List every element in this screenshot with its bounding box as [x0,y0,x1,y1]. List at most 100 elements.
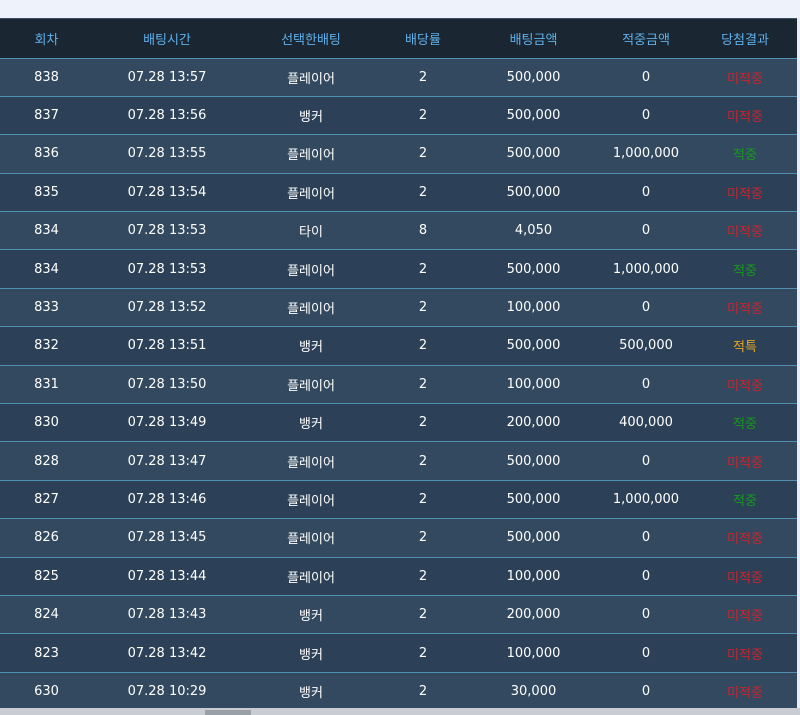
cell-bet-time: 07.28 13:54 [93,172,241,212]
cell-round: 823 [0,633,93,673]
cell-round: 826 [0,518,93,558]
cell-win-amount: 0 [602,95,690,135]
scrollbar-thumb[interactable] [205,710,251,715]
cell-win-amount: 0 [602,211,690,250]
column-header-selected-bet: 선택한배팅 [281,32,341,48]
cell-win-amount: 0 [602,518,690,558]
column-header-win-amount: 적중금액 [622,32,670,48]
table-row: 630 07.28 10:29 뱅커 2 30,000 0 미적중 [0,671,800,711]
cell-result: 적중 [690,134,800,174]
cell-round: 833 [0,287,93,327]
cell-result: 미적중 [690,441,800,481]
cell-win-amount: 0 [602,441,690,481]
cell-result: 미적중 [690,287,800,327]
cell-odds: 2 [381,441,465,481]
cell-win-amount: 0 [602,287,690,327]
cell-win-amount: 1,000,000 [602,134,690,174]
cell-odds: 2 [381,57,465,97]
table-row: 837 07.28 13:56 뱅커 2 500,000 0 미적중 [0,95,800,135]
cell-bet-amount: 500,000 [465,95,602,135]
table-header-row: 회차 배팅시간 선택한배팅 배당률 배팅금액 적중금액 당첨결과 [0,19,800,58]
cell-selected-bet: 플레이어 [241,479,381,519]
cell-selected-bet: 뱅커 [241,633,381,673]
column-header-odds: 배당률 [405,32,441,48]
cell-bet-amount: 500,000 [465,249,602,289]
cell-round: 837 [0,95,93,135]
cell-round: 835 [0,172,93,212]
cell-win-amount: 500,000 [602,326,690,366]
cell-bet-time: 07.28 13:53 [93,211,241,250]
cell-odds: 2 [381,249,465,289]
cell-bet-time: 07.28 13:47 [93,441,241,481]
column-header-bet-time: 배팅시간 [143,32,191,48]
cell-result: 적중 [690,403,800,442]
cell-bet-time: 07.28 13:44 [93,556,241,596]
cell-selected-bet: 플레이어 [241,556,381,596]
cell-selected-bet: 타이 [241,211,381,250]
cell-selected-bet: 플레이어 [241,441,381,481]
cell-selected-bet: 플레이어 [241,57,381,97]
cell-bet-amount: 500,000 [465,172,602,212]
table-row: 833 07.28 13:52 플레이어 2 100,000 0 미적중 [0,287,800,327]
cell-bet-amount: 500,000 [465,441,602,481]
cell-round: 838 [0,57,93,97]
cell-bet-time: 07.28 13:43 [93,594,241,634]
cell-result: 미적중 [690,95,800,135]
cell-result: 미적중 [690,671,800,711]
cell-bet-amount: 200,000 [465,594,602,634]
cell-win-amount: 0 [602,172,690,212]
cell-selected-bet: 뱅커 [241,326,381,366]
horizontal-scrollbar[interactable] [0,708,800,715]
cell-result: 미적중 [690,594,800,634]
cell-win-amount: 0 [602,594,690,634]
cell-bet-amount: 100,000 [465,364,602,404]
table-row: 832 07.28 13:51 뱅커 2 500,000 500,000 적특 [0,326,800,366]
cell-round: 824 [0,594,93,634]
cell-bet-amount: 500,000 [465,518,602,558]
cell-round: 834 [0,211,93,250]
cell-round: 831 [0,364,93,404]
cell-bet-time: 07.28 13:55 [93,134,241,174]
cell-odds: 2 [381,479,465,519]
cell-bet-amount: 100,000 [465,556,602,596]
table-row: 826 07.28 13:45 플레이어 2 500,000 0 미적중 [0,518,800,558]
cell-bet-time: 07.28 13:46 [93,479,241,519]
cell-odds: 8 [381,211,465,250]
table-row: 835 07.28 13:54 플레이어 2 500,000 0 미적중 [0,172,800,212]
cell-bet-time: 07.28 13:52 [93,287,241,327]
table-row: 825 07.28 13:44 플레이어 2 100,000 0 미적중 [0,556,800,596]
cell-odds: 2 [381,95,465,135]
cell-round: 834 [0,249,93,289]
cell-odds: 2 [381,633,465,673]
cell-selected-bet: 플레이어 [241,364,381,404]
cell-win-amount: 0 [602,364,690,404]
cell-selected-bet: 플레이어 [241,249,381,289]
cell-round: 825 [0,556,93,596]
cell-bet-amount: 4,050 [465,211,602,250]
cell-bet-time: 07.28 13:51 [93,326,241,366]
column-header-bet-amount: 배팅금액 [509,32,558,48]
cell-bet-time: 07.28 13:42 [93,633,241,673]
column-header-result: 당첨결과 [721,32,769,48]
cell-odds: 2 [381,671,465,711]
cell-selected-bet: 플레이어 [241,287,381,327]
cell-bet-amount: 500,000 [465,326,602,366]
cell-round: 832 [0,326,93,366]
cell-round: 836 [0,134,93,174]
cell-bet-time: 07.28 13:53 [93,249,241,289]
cell-result: 미적중 [690,518,800,558]
cell-result: 미적중 [690,556,800,596]
cell-win-amount: 0 [602,671,690,711]
betting-history-panel: 회차 배팅시간 선택한배팅 배당률 배팅금액 적중금액 당첨결과 838 07.2… [0,18,800,711]
table-row: 828 07.28 13:47 플레이어 2 500,000 0 미적중 [0,441,800,481]
cell-odds: 2 [381,518,465,558]
cell-result: 적특 [690,326,800,366]
cell-bet-time: 07.28 13:56 [93,95,241,135]
cell-bet-amount: 200,000 [465,403,602,442]
cell-odds: 2 [381,172,465,212]
cell-odds: 2 [381,556,465,596]
cell-bet-amount: 100,000 [465,633,602,673]
cell-win-amount: 400,000 [602,403,690,442]
cell-selected-bet: 뱅커 [241,671,381,711]
cell-result: 미적중 [690,211,800,250]
